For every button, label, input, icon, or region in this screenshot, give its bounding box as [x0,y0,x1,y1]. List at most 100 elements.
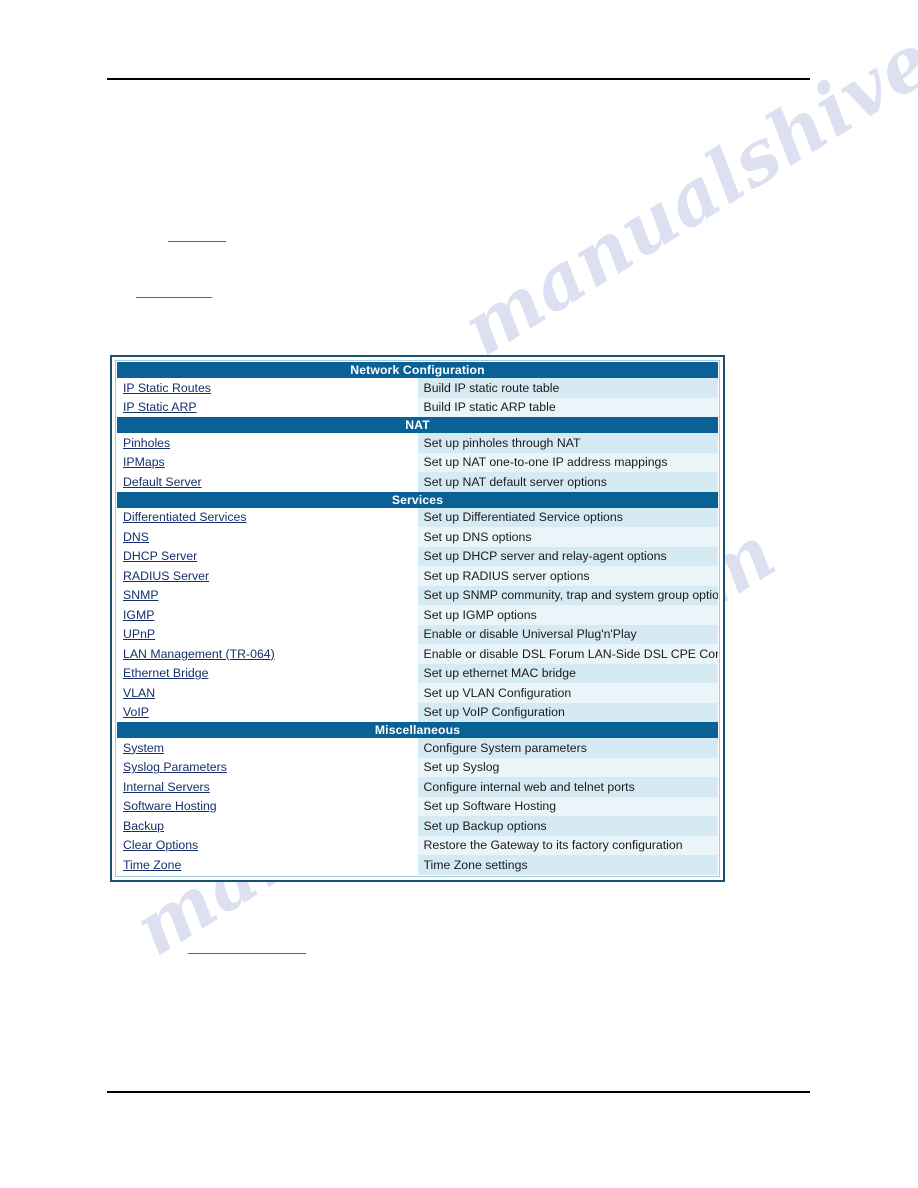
config-link[interactable]: Default Server [123,475,202,489]
description-cell: Set up Syslog [417,757,718,777]
link-cell: VLAN [117,683,418,703]
link-cell: RADIUS Server [117,566,418,586]
section-title: NAT [117,417,718,433]
table-row: VoIP Set up VoIP Configuration [117,702,718,722]
description-cell: Set up VoIP Configuration [417,702,718,722]
description-cell: Set up NAT default server options [417,472,718,492]
table-row: Backup Set up Backup options [117,816,718,836]
link-cell: System [117,738,418,758]
config-link[interactable]: IP Static Routes [123,381,211,395]
config-link[interactable]: IGMP [123,608,154,622]
link-cell: IGMP [117,605,418,625]
table-row: UPnP Enable or disable Universal Plug'n'P… [117,624,718,644]
section-title: Services [117,491,718,508]
link-cell: VoIP [117,702,418,722]
description-cell: Set up NAT one-to-one IP address mapping… [417,452,718,472]
config-link[interactable]: Differentiated Services [123,510,247,524]
page-footer-rule [107,1091,810,1093]
table-row: Internal Servers Configure internal web a… [117,777,718,797]
config-link[interactable]: Time Zone [123,858,181,872]
table-row: Pinholes Set up pinholes through NAT [117,433,718,453]
description-cell: Set up VLAN Configuration [417,683,718,703]
description-cell: Configure System parameters [417,738,718,758]
section-title: Miscellaneous [117,722,718,738]
link-cell: IPMaps [117,452,418,472]
description-cell: Set up pinholes through NAT [417,433,718,453]
description-cell: Set up DNS options [417,527,718,547]
link-cell: IP Static Routes [117,378,418,398]
link-cell: Syslog Parameters [117,757,418,777]
watermark-upper: manualshive.com [448,0,918,373]
description-cell: Build IP static route table [417,378,718,398]
config-link[interactable]: DNS [123,530,149,544]
link-cell: Ethernet Bridge [117,663,418,683]
config-link[interactable]: RADIUS Server [123,569,209,583]
section-header-row: Services [117,491,718,508]
config-link[interactable]: IPMaps [123,455,165,469]
description-cell: Set up Differentiated Service options [417,507,718,527]
config-link[interactable]: UPnP [123,627,155,641]
link-cell: SNMP [117,585,418,605]
description-cell: Set up Backup options [417,816,718,836]
description-cell: Build IP static ARP table [417,397,718,417]
link-cell: Backup [117,816,418,836]
config-link[interactable]: SNMP [123,588,159,602]
link-cell: Differentiated Services [117,507,418,527]
table-row: Software Hosting Set up Software Hosting [117,796,718,816]
config-link[interactable]: Clear Options [123,838,198,852]
table-row: VLAN Set up VLAN Configuration [117,683,718,703]
description-cell: Set up IGMP options [417,605,718,625]
config-link[interactable]: VLAN [123,686,155,700]
configuration-table-inner-border: Network Configuration IP Static Routes Bui… [115,360,720,877]
configuration-table-frame: Network Configuration IP Static Routes Bui… [110,355,725,882]
section-header-row: Network Configuration [117,362,718,378]
config-link[interactable]: Backup [123,819,164,833]
link-cell: LAN Management (TR-064) [117,644,418,664]
table-row: SNMP Set up SNMP community, trap and syst… [117,585,718,605]
description-cell: Set up SNMP community, trap and system g… [417,585,718,605]
table-row: Time Zone Time Zone settings [117,855,718,875]
link-cell: Pinholes [117,433,418,453]
table-row: Ethernet Bridge Set up ethernet MAC bridg… [117,663,718,683]
table-row: LAN Management (TR-064) Enable or disable… [117,644,718,664]
description-cell: Time Zone settings [417,855,718,875]
description-cell: Set up DHCP server and relay-agent optio… [417,546,718,566]
link-cell: Default Server [117,472,418,492]
link-cell: Clear Options [117,835,418,855]
configuration-table: Network Configuration IP Static Routes Bui… [117,362,718,875]
description-cell: Set up Software Hosting [417,796,718,816]
blank-link-1[interactable] [168,240,226,242]
config-link[interactable]: Software Hosting [123,799,217,813]
table-row: DHCP Server Set up DHCP server and relay-… [117,546,718,566]
config-link[interactable]: Pinholes [123,436,170,450]
config-link[interactable]: System [123,741,164,755]
description-cell: Enable or disable Universal Plug'n'Play [417,624,718,644]
link-cell: DHCP Server [117,546,418,566]
blank-link-2[interactable] [136,296,212,298]
config-link[interactable]: DHCP Server [123,549,197,563]
link-cell: IP Static ARP [117,397,418,417]
section-title: Network Configuration [117,362,718,378]
link-cell: DNS [117,527,418,547]
table-row: Differentiated Services Set up Differenti… [117,507,718,527]
table-row: IGMP Set up IGMP options [117,605,718,625]
page-header-rule [107,78,810,80]
table-row: RADIUS Server Set up RADIUS server option… [117,566,718,586]
config-link[interactable]: Ethernet Bridge [123,666,208,680]
link-cell: Software Hosting [117,796,418,816]
config-link[interactable]: IP Static ARP [123,400,197,414]
link-cell: Time Zone [117,855,418,875]
description-cell: Configure internal web and telnet ports [417,777,718,797]
blank-link-3[interactable] [188,952,306,954]
config-link[interactable]: LAN Management (TR-064) [123,647,275,661]
config-link[interactable]: Internal Servers [123,780,210,794]
config-link[interactable]: Syslog Parameters [123,760,227,774]
description-cell: Restore the Gateway to its factory confi… [417,835,718,855]
table-row: IP Static ARP Build IP static ARP table [117,397,718,417]
table-row: Default Server Set up NAT default server … [117,472,718,492]
table-row: IPMaps Set up NAT one-to-one IP address m… [117,452,718,472]
config-link[interactable]: VoIP [123,705,149,719]
description-cell: Set up RADIUS server options [417,566,718,586]
table-row: DNS Set up DNS options [117,527,718,547]
table-row: Clear Options Restore the Gateway to its … [117,835,718,855]
